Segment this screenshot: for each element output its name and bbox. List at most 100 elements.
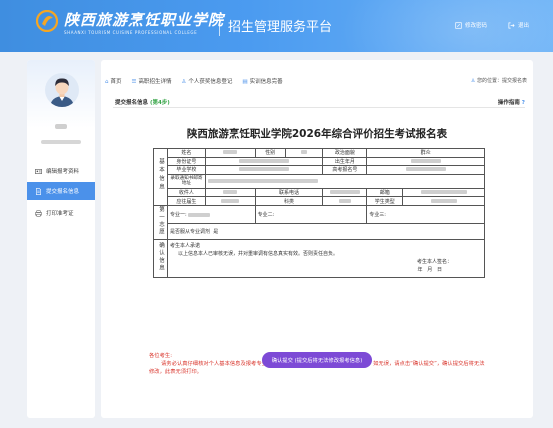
document-icon — [36, 187, 41, 195]
nav-label: 首页 — [110, 79, 122, 85]
politics-value: 群众 — [366, 148, 485, 158]
list-icon: ☰ — [131, 79, 137, 85]
sidebar-item-print-ticket[interactable]: 打印准考证 — [27, 204, 95, 222]
logout-link[interactable]: 退出 — [508, 21, 529, 29]
section-basic: 基本信息 — [153, 148, 168, 206]
home-icon: ⌂ — [105, 79, 109, 85]
contact-label: 联系电话 — [254, 187, 324, 198]
mail-address-label: 录取通知书邮寄地址 — [166, 173, 206, 189]
birth-label: 出生年月 — [322, 156, 368, 167]
header-divider — [219, 14, 220, 36]
profile-area — [27, 60, 95, 128]
person-icon: ♙ — [181, 79, 187, 85]
breadcrumb-text: 您的位置：提交报名表 — [476, 78, 527, 84]
user-name-hidden — [45, 124, 77, 131]
promise-title: 考生本人承诺 — [169, 242, 200, 249]
change-password-link[interactable]: 修改密码 — [455, 21, 487, 29]
exam-no-label: 高考报名号 — [322, 165, 368, 175]
birth-value — [366, 156, 485, 167]
section-title: 提交报名信息 (第4步) — [115, 98, 170, 106]
school-value — [204, 165, 324, 175]
student-type-value — [402, 196, 485, 206]
nav-home[interactable]: ⌂ 首页 — [105, 77, 122, 85]
major-2: 专业二: — [254, 204, 368, 225]
graduate-label: 应往届生 — [166, 196, 206, 206]
printer-icon — [35, 209, 42, 217]
email-value — [402, 187, 485, 198]
subject-value — [322, 196, 368, 206]
politics-label: 政治面貌 — [322, 148, 368, 158]
section-basic-label: 基本信息 — [157, 158, 164, 193]
nav-label: 高职招生详情 — [138, 79, 172, 85]
id-value — [204, 156, 324, 167]
edit-icon — [455, 21, 462, 29]
mail-address-value — [204, 173, 486, 189]
receiver-label: 收件人 — [166, 187, 206, 198]
button-area: 确认提交 (提交后将无法修改报考信息) — [101, 352, 533, 368]
email-label: 邮箱 — [366, 187, 404, 198]
nav-awards[interactable]: ♙ 个人获奖信息登记 — [181, 77, 232, 85]
contact-value — [322, 187, 368, 198]
sidebar-item-label: 打印准考证 — [46, 211, 74, 217]
nav-label: 实训信息完善 — [249, 79, 283, 85]
nav-admission-detail[interactable]: ☰ 高职招生详情 — [132, 77, 172, 85]
section-confirm: 确认信息 — [153, 238, 168, 278]
confirm-submit-button[interactable]: 确认提交 (提交后将无法修改报考信息) — [261, 352, 373, 368]
logout-label: 退出 — [518, 23, 530, 29]
logout-icon — [508, 22, 515, 28]
platform-title: 招生管理服务平台 — [228, 20, 333, 35]
sidebar-item-label: 编辑报考资料 — [46, 169, 80, 175]
main-panel: ⌂ 首页 ☰ 高职招生详情 ♙ 个人获奖信息登记 ▤ 实训信息完善 ♙ 您的位置：提交报… — [101, 60, 533, 418]
gender-label: 性别 — [254, 148, 286, 158]
promise-cell: 考生本人承诺 以上信息本人已审核无误，并对重审调有信息真实有效。否则责任自负。 … — [166, 238, 486, 278]
user-avatar-icon — [50, 78, 74, 107]
school-label: 毕业学校 — [166, 165, 206, 175]
major-1-label: 专业一: — [169, 212, 187, 219]
major-3: 专业三: — [366, 204, 485, 225]
promise-text: 以上信息本人已审核无误，并对重审调有信息真实有效。否则责任自负。 — [177, 250, 338, 257]
sidebar-item-submit-info[interactable]: 提交报名信息 — [27, 182, 95, 200]
date-label: 年 月 日 — [417, 266, 442, 273]
sidebar-item-label: 提交报名信息 — [46, 189, 80, 195]
adjust-row: 是否服从专业调剂 是 — [166, 223, 486, 240]
major-1: 专业一: — [166, 204, 256, 225]
help-icon: ? — [521, 100, 525, 106]
note-icon: ▤ — [242, 79, 248, 85]
school-name: 陕西旅游烹饪职业学院 — [64, 11, 225, 29]
id-card-icon — [35, 168, 42, 174]
name-label: 姓名 — [166, 148, 206, 158]
change-password-label: 修改密码 — [465, 23, 488, 29]
sign-label: 考生本人签名： — [416, 258, 452, 265]
nav-training[interactable]: ▤ 实训信息完善 — [242, 77, 282, 85]
section-choice: 第一志愿 — [153, 204, 168, 240]
student-type-label: 学生类型 — [366, 196, 404, 206]
school-name-en: SHAANXI TOURISM CUISINE PROFESSIONAL COL… — [64, 30, 198, 35]
gender-value — [284, 148, 324, 158]
adjust-value: 是 — [213, 229, 219, 236]
step-badge: (第4步) — [149, 100, 170, 106]
graduate-value — [204, 196, 256, 206]
registration-form: 基本信息 姓名 性别 政治面貌 群众 身份证号 出生年月 毕业学校 高考报名号 … — [153, 148, 486, 278]
section-choice-label: 第一志愿 — [157, 205, 164, 236]
sidebar-item-edit-info[interactable]: 编辑报考资料 — [27, 162, 95, 180]
form-title: 陕西旅游烹饪职业学院2026年综合评价招生考试报名表 — [186, 128, 448, 140]
major-3-label: 专业三: — [369, 212, 386, 219]
nav-label: 个人获奖信息登记 — [188, 79, 233, 85]
school-logo-icon — [36, 10, 58, 32]
top-header: 陕西旅游烹饪职业学院 SHAANXI TOURISM CUISINE PROFE… — [0, 0, 553, 52]
adjust-label: 是否服从专业调剂 — [169, 229, 210, 236]
name-value — [204, 148, 256, 158]
top-nav: ⌂ 首页 ☰ 高职招生详情 ♙ 个人获奖信息登记 ▤ 实训信息完善 — [105, 77, 283, 85]
breadcrumb: ♙ 您的位置：提交报名表 — [471, 77, 527, 84]
exam-no-value — [366, 165, 485, 175]
receiver-value — [204, 187, 256, 198]
sub-header: 提交报名信息 (第4步) 操作指南 ? — [113, 96, 525, 108]
avatar — [45, 73, 79, 107]
guide-label: 操作指南 — [497, 100, 520, 106]
major-2-label: 专业二: — [257, 212, 275, 219]
id-label: 身份证号 — [166, 156, 206, 167]
user-id-hidden — [41, 140, 81, 144]
subject-label: 科类 — [254, 196, 324, 206]
section-title-text: 提交报名信息 — [115, 100, 149, 106]
guide-link[interactable]: 操作指南 ? — [498, 98, 525, 106]
